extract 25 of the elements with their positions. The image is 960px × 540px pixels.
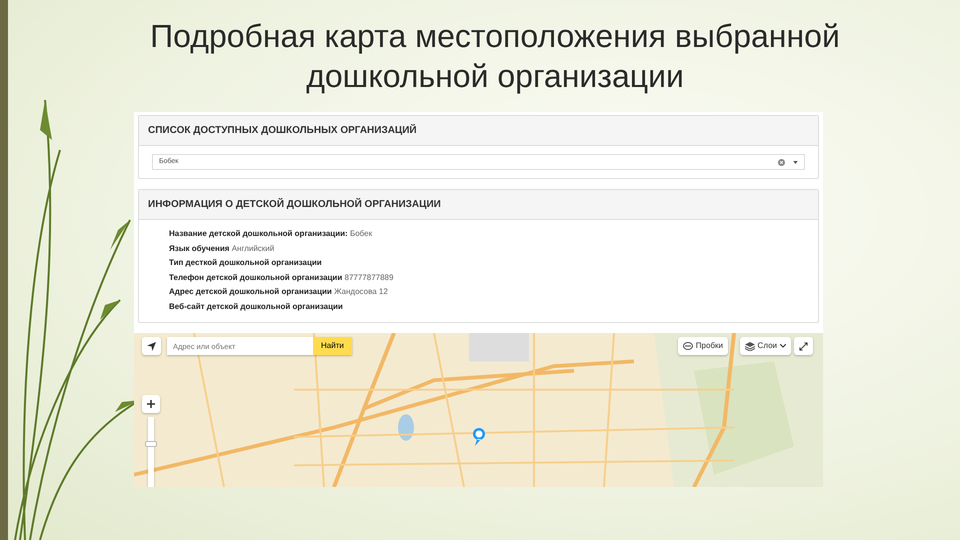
info-field: Адрес детской дошкольной организации Жандосова 12 (169, 285, 788, 300)
clear-icon[interactable] (778, 158, 785, 166)
expand-icon (799, 342, 808, 350)
caret-icon[interactable] (793, 160, 798, 164)
info-field: Название детской дошкольной организации: Бобек (169, 227, 788, 242)
zoom-in-button[interactable] (142, 395, 160, 413)
traffic-button[interactable]: Пробки (678, 337, 728, 355)
info-field: Веб-сайт детской дошкольной организации (169, 300, 788, 314)
locate-button[interactable] (142, 337, 161, 355)
plus-icon (147, 400, 155, 408)
info-field: Тип десткой дошкольной организации (169, 256, 788, 270)
arrow-icon (147, 342, 156, 350)
zoom-slider-thumb[interactable] (145, 440, 157, 446)
fullscreen-button[interactable] (794, 337, 813, 355)
slide-title: Подробная карта местоположения выбранной дошкольной организации (149, 17, 841, 96)
info-field: Телефон детской дошкольной организации 87777877889 (169, 270, 788, 285)
traffic-icon (682, 342, 693, 350)
panel-heading: ИНФОРМАЦИЯ О ДЕТСКОЙ ДОШКОЛЬНОЙ ОРГАНИЗАЦИИ (139, 190, 818, 220)
panel-heading: СПИСОК ДОСТУПНЫХ ДОШКОЛЬНЫХ ОРГАНИЗАЦИЙ (139, 116, 818, 146)
chevron-icon (780, 344, 786, 348)
map-pin-icon[interactable] (472, 427, 486, 447)
layers-icon (744, 342, 755, 350)
info-field: Язык обучения Английский (169, 242, 788, 256)
search-button[interactable]: Найти (313, 337, 352, 355)
layers-button[interactable]: Слои (740, 337, 791, 355)
